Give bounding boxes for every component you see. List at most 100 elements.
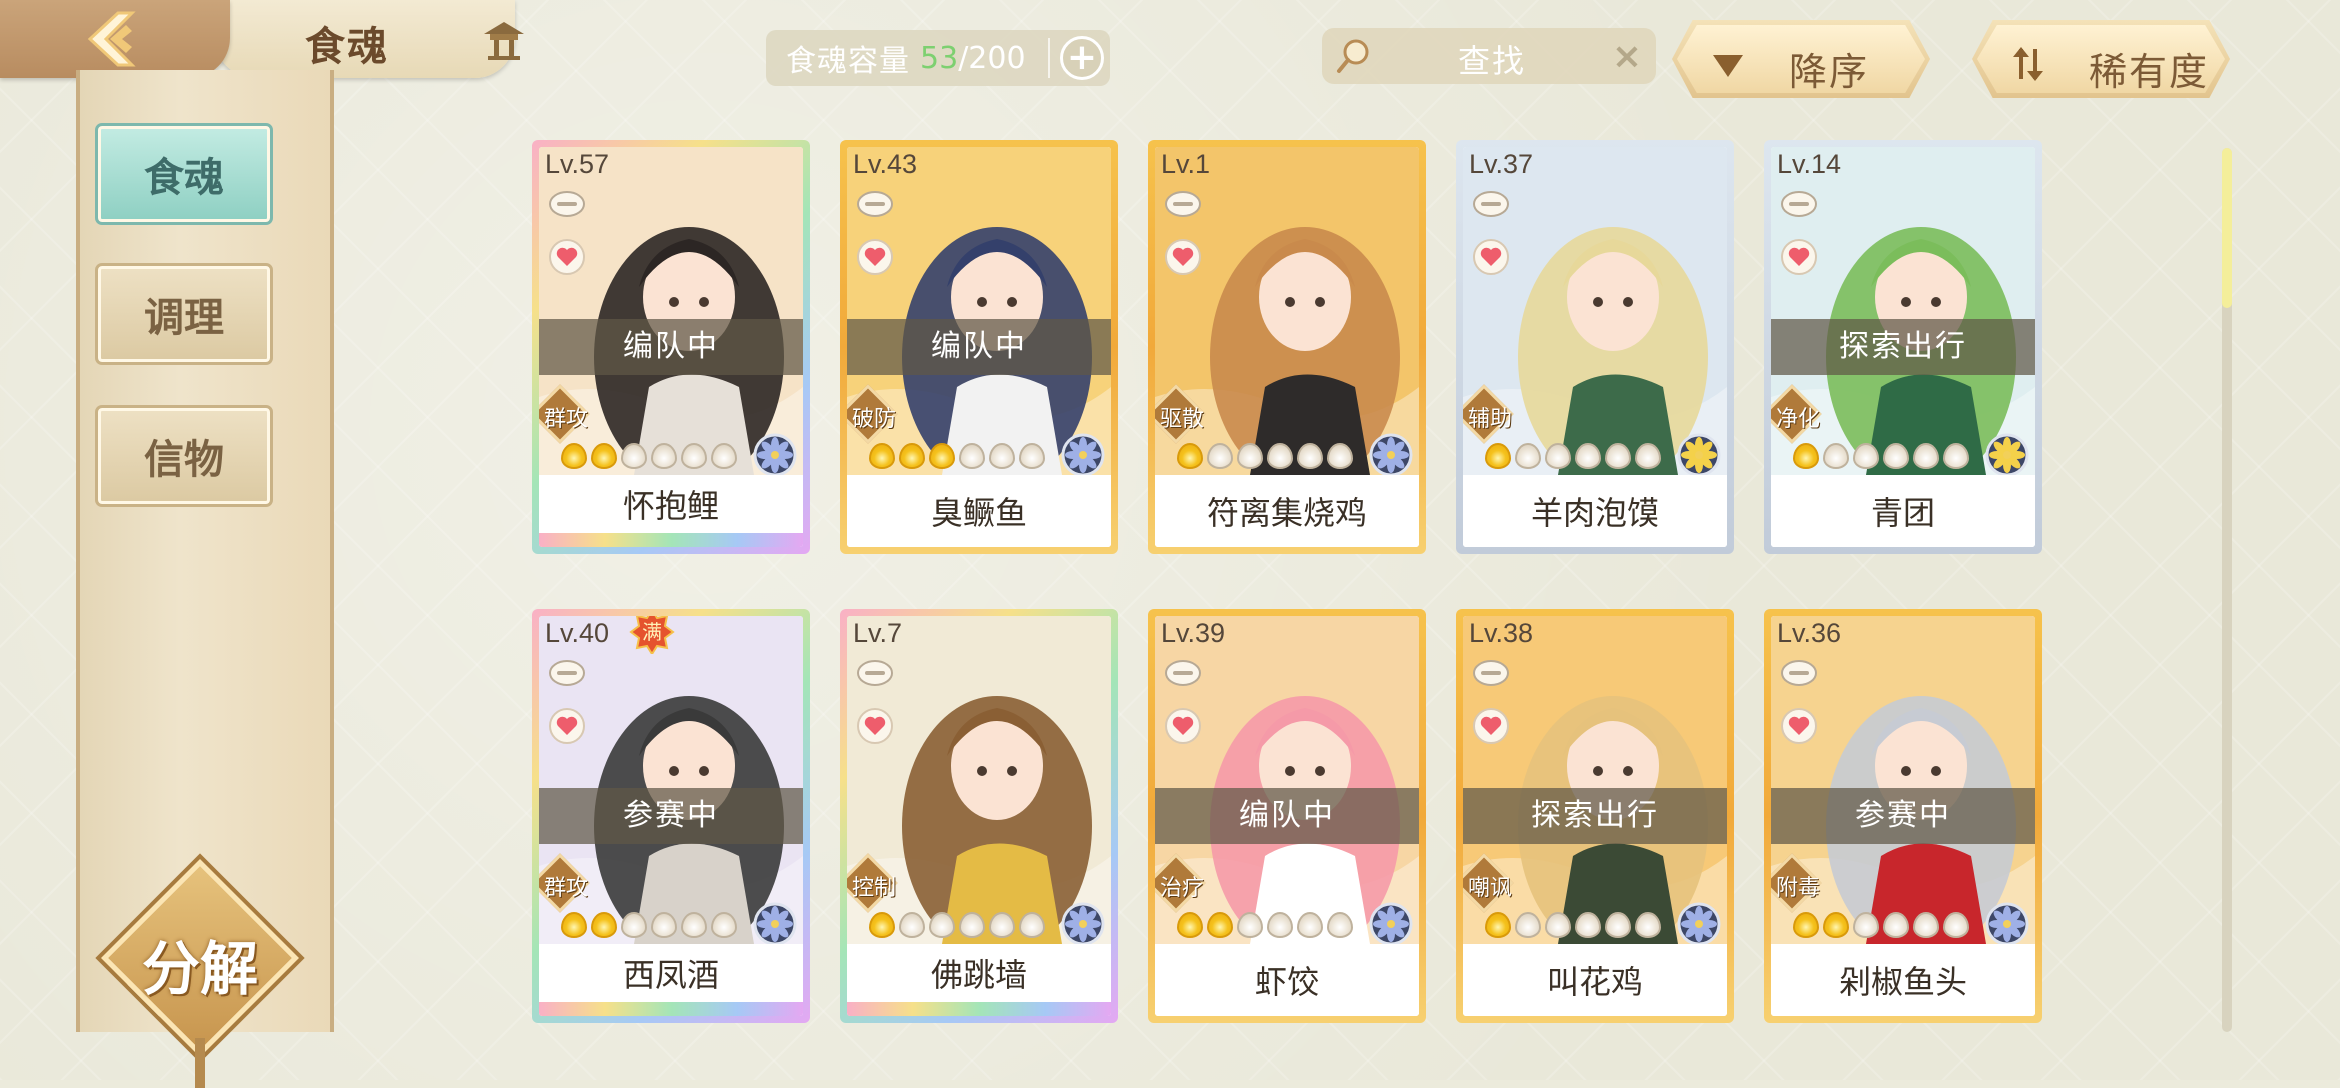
lock-icon[interactable] — [1473, 191, 1509, 217]
card-status-banner: 探索出行 — [1463, 788, 1727, 844]
food-soul-card-10[interactable]: Lv.36 参赛中 附毒 剁椒鱼头 — [1764, 609, 2042, 1023]
role-badge: 辅助 — [1463, 384, 1514, 444]
lock-icon[interactable] — [1781, 660, 1817, 686]
role-badge: 治疗 — [1155, 853, 1206, 913]
star-icon — [1207, 912, 1233, 938]
lock-icon[interactable] — [549, 660, 585, 686]
lock-icon[interactable] — [1165, 660, 1201, 686]
lock-icon[interactable] — [857, 191, 893, 217]
star-rating — [869, 912, 1045, 942]
favorite-heart-icon[interactable] — [857, 708, 893, 744]
star-icon — [1943, 443, 1969, 469]
flower-element-icon — [1369, 433, 1413, 477]
star-rating — [1793, 912, 1969, 942]
card-level: Lv.38 — [1469, 618, 1534, 648]
star-icon — [561, 912, 587, 938]
lock-icon[interactable] — [1473, 660, 1509, 686]
role-badge: 破防 — [847, 384, 898, 444]
card-level: Lv.1 — [1161, 149, 1211, 179]
max-level-badge: 满 — [629, 616, 675, 654]
card-level: Lv.57 — [545, 149, 610, 179]
star-icon — [1943, 912, 1969, 938]
favorite-heart-icon[interactable] — [1781, 708, 1817, 744]
role-label: 嘲讽 — [1467, 876, 1512, 901]
star-icon — [591, 443, 617, 469]
role-badge: 群攻 — [539, 384, 590, 444]
favorite-heart-icon[interactable] — [549, 239, 585, 275]
favorite-heart-icon[interactable] — [549, 708, 585, 744]
food-soul-card-4[interactable]: Lv.37 辅助 羊肉泡馍 — [1456, 140, 1734, 554]
tab-cooking[interactable]: 调理 — [95, 263, 273, 365]
card-body: Lv.39 编队中 治疗 虾饺 — [1155, 616, 1419, 1016]
flower-element-icon — [1061, 433, 1105, 477]
tab-food-souls[interactable]: 食魂 — [95, 123, 273, 225]
role-label: 群攻 — [543, 407, 588, 432]
card-level: Lv.39 — [1161, 618, 1226, 648]
card-name: 青团 — [1771, 475, 2035, 547]
search-input[interactable]: 查找 × — [1322, 28, 1656, 84]
expand-capacity-button[interactable]: + — [1060, 36, 1104, 80]
food-soul-card-5[interactable]: Lv.14 探索出行 净化 青团 — [1764, 140, 2042, 554]
lock-icon[interactable] — [1781, 191, 1817, 217]
lock-icon[interactable] — [549, 191, 585, 217]
scrollbar-thumb[interactable] — [2222, 148, 2232, 308]
favorite-heart-icon[interactable] — [1781, 239, 1817, 275]
star-icon — [1019, 443, 1045, 469]
star-icon — [929, 912, 955, 938]
favorite-heart-icon[interactable] — [1473, 708, 1509, 744]
role-badge: 群攻 — [539, 853, 590, 913]
food-soul-card-7[interactable]: Lv.7 控制 佛跳墙 — [840, 609, 1118, 1023]
star-icon — [1485, 912, 1511, 938]
star-rating — [869, 443, 1045, 473]
star-icon — [1545, 443, 1571, 469]
favorite-heart-icon[interactable] — [857, 239, 893, 275]
flower-element-icon — [1985, 902, 2029, 946]
star-icon — [869, 912, 895, 938]
card-body: Lv.57 编队中 群攻 怀抱鲤 — [539, 147, 803, 547]
role-label: 净化 — [1775, 407, 1820, 432]
food-soul-card-2[interactable]: Lv.43 编队中 破防 臭鳜鱼 — [840, 140, 1118, 554]
scrollbar[interactable] — [2222, 148, 2232, 1032]
star-icon — [989, 912, 1015, 938]
role-badge: 净化 — [1771, 384, 1822, 444]
star-icon — [959, 912, 985, 938]
capacity-total: 200 — [968, 40, 1026, 76]
flower-element-icon — [1677, 902, 1721, 946]
flower-element-icon — [1369, 902, 1413, 946]
lock-icon[interactable] — [857, 660, 893, 686]
star-icon — [1823, 443, 1849, 469]
lock-icon[interactable] — [1165, 191, 1201, 217]
capacity-display: 食魂容量 53/200 + — [766, 30, 1110, 86]
flower-element-icon — [753, 902, 797, 946]
food-soul-card-8[interactable]: Lv.39 编队中 治疗 虾饺 — [1148, 609, 1426, 1023]
star-icon — [1207, 443, 1233, 469]
sort-descending-icon — [1713, 55, 1743, 77]
clear-search-icon[interactable]: × — [1612, 36, 1642, 77]
star-icon — [1327, 912, 1353, 938]
food-soul-card-3[interactable]: Lv.1 驱散 符离集烧鸡 — [1148, 140, 1426, 554]
star-rating — [561, 443, 737, 473]
card-status-banner: 编队中 — [539, 319, 803, 375]
favorite-heart-icon[interactable] — [1165, 708, 1201, 744]
card-name: 臭鳜鱼 — [847, 475, 1111, 547]
rarity-filter-button[interactable]: 稀有度 — [1972, 20, 2230, 98]
food-soul-card-6[interactable]: Lv.40 参赛中 群攻 西凤酒 满 — [532, 609, 810, 1023]
star-icon — [1635, 443, 1661, 469]
card-body: Lv.1 驱散 符离集烧鸡 — [1155, 147, 1419, 547]
favorite-heart-icon[interactable] — [1473, 239, 1509, 275]
back-button[interactable] — [0, 0, 230, 78]
favorite-heart-icon[interactable] — [1165, 239, 1201, 275]
star-icon — [681, 912, 707, 938]
star-icon — [1883, 912, 1909, 938]
sort-order-button[interactable]: 降序 — [1672, 20, 1930, 98]
pavilion-icon — [484, 22, 524, 60]
food-soul-card-9[interactable]: Lv.38 探索出行 嘲讽 叫花鸡 — [1456, 609, 1734, 1023]
decompose-button[interactable]: 分解 — [101, 859, 299, 1088]
star-rating — [1793, 443, 1969, 473]
food-soul-card-1[interactable]: Lv.57 编队中 群攻 怀抱鲤 — [532, 140, 810, 554]
tab-tokens[interactable]: 信物 — [95, 405, 273, 507]
capacity-separator: / — [958, 40, 969, 76]
capacity-used: 53 — [920, 40, 959, 76]
title-tab: 食魂 — [215, 0, 524, 78]
flower-element-icon — [1677, 433, 1721, 477]
